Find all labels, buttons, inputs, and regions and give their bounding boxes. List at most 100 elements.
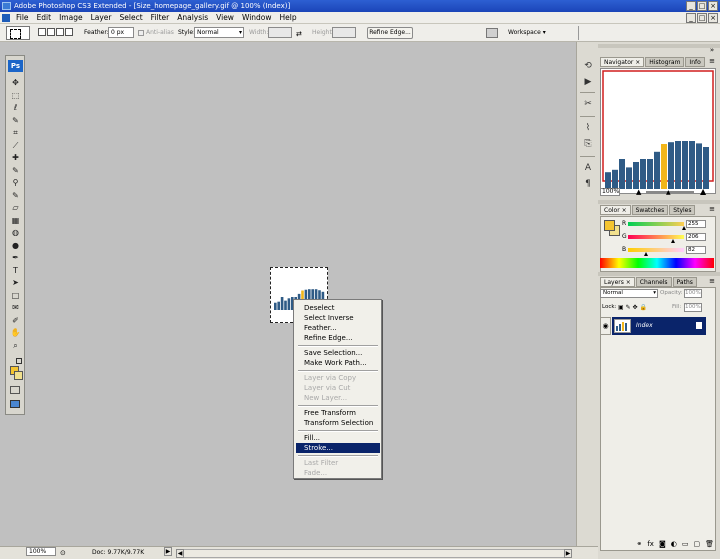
- brush-tool-icon[interactable]: ✎: [10, 166, 21, 175]
- clone-stamp-tool-icon[interactable]: ⚲: [10, 178, 21, 187]
- channel-g-thumb[interactable]: [671, 239, 676, 243]
- channel-g-value[interactable]: 206: [686, 233, 706, 241]
- color-tab-2[interactable]: Styles: [669, 205, 696, 215]
- new-selection-icon[interactable]: [38, 28, 46, 36]
- menu-image[interactable]: Image: [59, 12, 83, 24]
- shape-tool-icon[interactable]: □: [10, 291, 21, 300]
- marquee-tool-icon[interactable]: ⬚: [10, 91, 21, 100]
- move-tool-icon[interactable]: ✥: [10, 78, 21, 87]
- menu-item-refine-edge[interactable]: Refine Edge...: [296, 333, 380, 343]
- lasso-tool-icon[interactable]: ℓ: [10, 103, 21, 112]
- add-selection-icon[interactable]: [47, 28, 55, 36]
- menu-item-save-selection[interactable]: Save Selection...: [296, 348, 380, 358]
- color-tab-1[interactable]: Swatches: [631, 205, 669, 215]
- blend-mode-select[interactable]: Normal ▾: [600, 289, 658, 298]
- fx-icon[interactable]: fx: [647, 538, 654, 550]
- anti-alias-checkbox[interactable]: [138, 30, 144, 36]
- crop-tool-icon[interactable]: ⌗: [10, 128, 21, 137]
- type-tool-icon[interactable]: T: [10, 266, 21, 275]
- menu-analysis[interactable]: Analysis: [177, 12, 208, 24]
- layer-visibility-eye-icon[interactable]: ◉: [600, 317, 611, 335]
- menu-item-stroke[interactable]: Stroke...: [296, 443, 380, 453]
- doc-restore-button[interactable]: □: [697, 13, 707, 23]
- actions-icon[interactable]: ▶: [582, 76, 594, 88]
- eyedropper-tool-icon[interactable]: ✐: [10, 316, 21, 325]
- intersect-selection-icon[interactable]: [65, 28, 73, 36]
- navigator-tab-0[interactable]: Navigator ×: [600, 57, 645, 67]
- layers-tab-2[interactable]: Paths: [672, 277, 697, 287]
- workspace-menu[interactable]: Workspace ▾: [508, 28, 546, 38]
- subtract-selection-icon[interactable]: [56, 28, 64, 36]
- doc-close-button[interactable]: ×: [708, 13, 718, 23]
- width-input[interactable]: [268, 27, 292, 38]
- group-icon[interactable]: ▭: [682, 538, 689, 550]
- lock-icons[interactable]: ▣ ✎ ✥ 🔒: [618, 304, 647, 311]
- trash-icon[interactable]: 🗑: [705, 538, 714, 550]
- layers-tab-1[interactable]: Channels: [635, 277, 672, 287]
- clone-source-icon[interactable]: ⎘: [582, 138, 594, 150]
- healing-brush-tool-icon[interactable]: ✚: [10, 153, 21, 162]
- horizontal-scrollbar[interactable]: ◀ ▶: [176, 549, 572, 558]
- color-panel-menu-icon[interactable]: ≡: [708, 205, 716, 213]
- zoom-in-icon[interactable]: ▲: [700, 187, 706, 197]
- zoom-tool-icon[interactable]: ⌕: [10, 341, 21, 350]
- hand-tool-icon[interactable]: ✋: [10, 328, 21, 337]
- menu-edit[interactable]: Edit: [37, 12, 52, 24]
- menu-item-free-transform[interactable]: Free Transform: [296, 408, 380, 418]
- layers-panel-menu-icon[interactable]: ≡: [708, 277, 716, 285]
- paragraph-icon[interactable]: ¶: [582, 178, 594, 190]
- mask-icon[interactable]: ◙: [659, 538, 666, 550]
- channel-g-slider[interactable]: [628, 235, 684, 239]
- tool-preset-picker[interactable]: [6, 26, 30, 40]
- navigator-tab-2[interactable]: Info: [685, 57, 705, 67]
- menu-window[interactable]: Window: [242, 12, 272, 24]
- maximize-button[interactable]: □: [697, 1, 707, 11]
- navigator-preview[interactable]: [600, 68, 716, 194]
- background-color-swatch[interactable]: [14, 371, 23, 380]
- screen-mode-icon[interactable]: [10, 400, 20, 408]
- scroll-left-arrow[interactable]: ◀: [176, 549, 184, 558]
- menu-item-fill[interactable]: Fill...: [296, 433, 380, 443]
- eraser-tool-icon[interactable]: ▱: [10, 203, 21, 212]
- menu-item-transform-selection[interactable]: Transform Selection: [296, 418, 380, 428]
- photoshop-badge[interactable]: Ps: [8, 60, 23, 72]
- layer-name[interactable]: Index: [636, 317, 653, 335]
- menu-view[interactable]: View: [216, 12, 234, 24]
- navigator-zoom-thumb[interactable]: ▲: [666, 188, 671, 198]
- layers-panel-grip[interactable]: [598, 272, 720, 276]
- close-button[interactable]: ×: [708, 1, 718, 11]
- slice-tool-icon[interactable]: ⟋: [10, 141, 21, 150]
- document-icon[interactable]: [2, 14, 10, 22]
- menu-item-deselect[interactable]: Deselect: [296, 303, 380, 313]
- blur-tool-icon[interactable]: ◍: [10, 228, 21, 237]
- panel-grip[interactable]: [598, 44, 720, 48]
- doc-minimize-button[interactable]: _: [686, 13, 696, 23]
- status-info-icon[interactable]: ⊙: [60, 547, 66, 559]
- height-input[interactable]: [332, 27, 356, 38]
- pen-tool-icon[interactable]: ✒: [10, 253, 21, 262]
- new-layer-icon[interactable]: ▢: [693, 538, 700, 550]
- status-menu-arrow[interactable]: ▶: [164, 547, 172, 556]
- palette-well-icon[interactable]: [486, 28, 498, 38]
- navigator-tab-1[interactable]: Histogram: [645, 57, 685, 67]
- style-select[interactable]: Normal ▾: [194, 27, 244, 38]
- quick-mask-icon[interactable]: [10, 386, 20, 394]
- layer-row-index[interactable]: Index: [612, 317, 706, 335]
- fill-input[interactable]: 100%: [684, 303, 702, 312]
- menu-item-select-inverse[interactable]: Select Inverse: [296, 313, 380, 323]
- menu-item-feather[interactable]: Feather...: [296, 323, 380, 333]
- color-spectrum-bar[interactable]: [600, 258, 714, 268]
- channel-b-slider[interactable]: [628, 248, 684, 252]
- menu-file[interactable]: File: [16, 12, 29, 24]
- default-colors-icon[interactable]: [16, 358, 22, 364]
- path-selection-tool-icon[interactable]: ➤: [10, 278, 21, 287]
- menu-select[interactable]: Select: [120, 12, 143, 24]
- channel-b-thumb[interactable]: [643, 252, 648, 256]
- zoom-out-icon[interactable]: ▲: [636, 187, 641, 197]
- menu-item-make-work-path[interactable]: Make Work Path...: [296, 358, 380, 368]
- menu-layer[interactable]: Layer: [91, 12, 112, 24]
- channel-b-value[interactable]: 82: [686, 246, 706, 254]
- opacity-input[interactable]: 100%: [684, 289, 702, 298]
- menu-filter[interactable]: Filter: [151, 12, 170, 24]
- channel-r-value[interactable]: 255: [686, 220, 706, 228]
